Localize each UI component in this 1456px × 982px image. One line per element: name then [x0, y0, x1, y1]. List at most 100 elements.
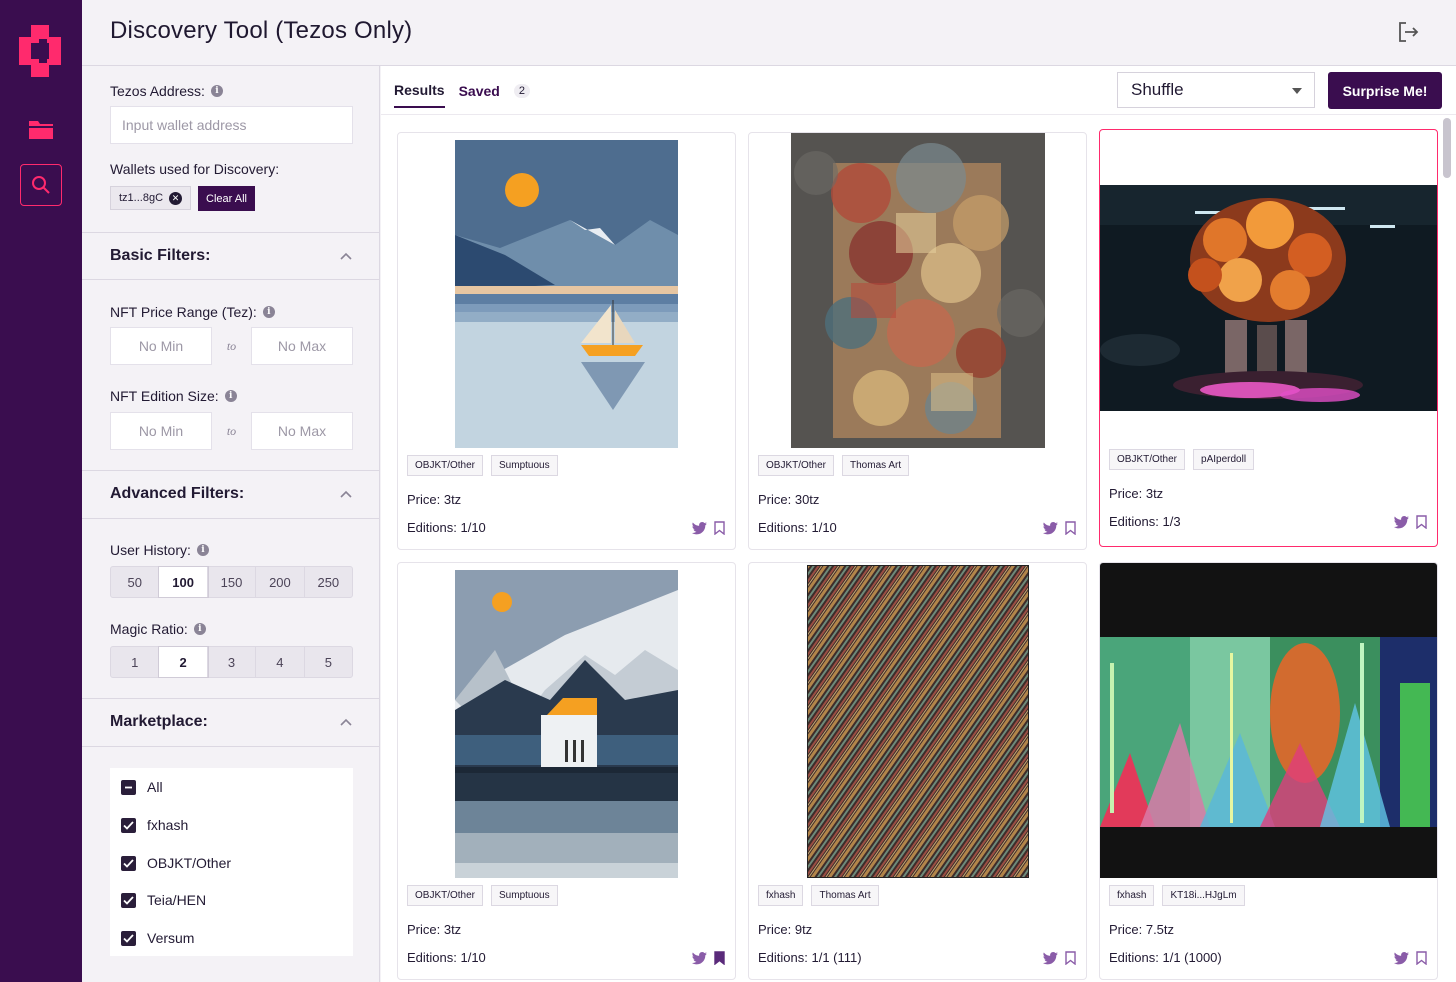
history-option[interactable]: 50 — [111, 567, 160, 597]
info-icon[interactable]: i — [262, 306, 275, 318]
chevron-up-icon[interactable] — [339, 249, 353, 263]
price-label: NFT Price Range (Tez): i — [110, 304, 275, 320]
logout-icon[interactable] — [1396, 20, 1420, 44]
marketplace-teia[interactable]: Teia/HEN — [121, 892, 206, 908]
nft-artwork[interactable] — [1100, 185, 1438, 411]
magic-option[interactable]: 5 — [305, 647, 352, 677]
info-icon[interactable]: i — [193, 623, 206, 635]
marketplace-all[interactable]: All — [121, 779, 163, 795]
chevron-up-icon[interactable] — [339, 715, 353, 729]
marketplace-versum[interactable]: Versum — [121, 930, 194, 946]
info-icon[interactable]: i — [224, 390, 237, 402]
address-label: Tezos Address: i — [110, 83, 223, 99]
folder-icon[interactable] — [20, 108, 62, 150]
magic-option[interactable]: 4 — [256, 647, 305, 677]
app-logo[interactable] — [19, 25, 61, 77]
nft-artwork[interactable] — [1100, 563, 1438, 878]
artist-tag[interactable]: pAIperdoll — [1193, 449, 1255, 470]
artist-tag[interactable]: Thomas Art — [842, 455, 910, 476]
artist-tag[interactable]: Thomas Art — [811, 885, 879, 906]
scrollbar[interactable] — [1443, 118, 1451, 178]
twitter-icon[interactable] — [692, 951, 707, 965]
twitter-icon[interactable] — [1394, 515, 1409, 529]
chevron-up-icon[interactable] — [339, 487, 353, 501]
bookmark-icon[interactable] — [1416, 515, 1427, 529]
basic-filters-title: Basic Filters: — [110, 247, 211, 264]
card-editions: Editions: 1/1 (111) — [758, 950, 862, 965]
marketplace-tag[interactable]: fxhash — [758, 885, 804, 906]
info-icon[interactable]: i — [196, 544, 209, 556]
bookmark-icon[interactable] — [714, 521, 725, 535]
nft-artwork[interactable] — [791, 133, 1045, 448]
edition-max-input[interactable]: No Max — [251, 412, 353, 450]
card-actions — [1394, 515, 1427, 529]
divider — [381, 114, 1456, 115]
checked-checkbox[interactable] — [121, 855, 136, 871]
bookmark-icon[interactable] — [1416, 951, 1427, 965]
twitter-icon[interactable] — [692, 521, 707, 535]
price-max-input[interactable]: No Max — [251, 327, 353, 365]
checked-checkbox[interactable] — [121, 817, 136, 833]
clear-all-button[interactable]: Clear All — [198, 186, 255, 211]
basic-filters-header[interactable]: Basic Filters: — [110, 247, 353, 265]
marketplace-header[interactable]: Marketplace: — [110, 713, 353, 731]
tab-saved[interactable]: Saved — [459, 83, 500, 107]
nft-card[interactable]: fxhash Thomas Art Price: 9tz Editions: 1… — [748, 562, 1087, 980]
checked-checkbox[interactable] — [121, 930, 136, 946]
marketplace-objkt[interactable]: OBJKT/Other — [121, 855, 231, 871]
twitter-icon[interactable] — [1043, 521, 1058, 535]
magic-segmented: 1 2 3 4 5 — [110, 646, 353, 678]
marketplace-tag[interactable]: OBJKT/Other — [407, 885, 484, 906]
search-icon[interactable] — [20, 164, 62, 206]
surprise-me-button[interactable]: Surprise Me! — [1328, 72, 1442, 109]
marketplace-tag[interactable]: OBJKT/Other — [407, 455, 484, 476]
history-option[interactable]: 250 — [305, 567, 352, 597]
nft-card[interactable]: OBJKT/Other Sumptuous Price: 3tz Edition… — [397, 562, 736, 980]
artist-tag[interactable]: Sumptuous — [491, 455, 558, 476]
info-icon[interactable]: i — [210, 85, 223, 97]
tab-results[interactable]: Results — [394, 82, 445, 108]
bookmark-filled-icon[interactable] — [714, 951, 725, 965]
marketplace-tag[interactable]: OBJKT/Other — [1109, 449, 1186, 470]
marketplace-fxhash[interactable]: fxhash — [121, 817, 188, 833]
advanced-filters-header[interactable]: Advanced Filters: — [110, 485, 353, 503]
magic-option-selected[interactable]: 2 — [159, 647, 208, 677]
price-min-input[interactable]: No Min — [110, 327, 212, 365]
nft-card[interactable]: OBJKT/Other Sumptuous Price: 3tz Edition… — [397, 132, 736, 550]
checked-checkbox[interactable] — [121, 892, 136, 908]
card-tags: OBJKT/Other pAIperdoll — [1109, 449, 1255, 470]
bookmark-icon[interactable] — [1065, 951, 1076, 965]
edition-min-input[interactable]: No Min — [110, 412, 212, 450]
nft-artwork[interactable] — [807, 565, 1029, 878]
card-tags: OBJKT/Other Thomas Art — [758, 455, 910, 476]
indeterminate-checkbox[interactable] — [121, 779, 136, 795]
history-option-selected[interactable]: 100 — [159, 567, 208, 597]
magic-option[interactable]: 3 — [208, 647, 257, 677]
magic-option[interactable]: 1 — [111, 647, 160, 677]
twitter-icon[interactable] — [1043, 951, 1058, 965]
results-area: Results Saved 2 Shuffle Surprise Me! OBJ… — [381, 66, 1456, 982]
nft-card[interactable]: fxhash KT18i...HJgLm Price: 7.5tz Editio… — [1099, 562, 1438, 980]
history-option[interactable]: 200 — [256, 567, 305, 597]
marketplace-label: OBJKT/Other — [147, 855, 232, 871]
artist-tag[interactable]: Sumptuous — [491, 885, 558, 906]
card-price: Price: 7.5tz — [1109, 922, 1175, 937]
artist-tag[interactable]: KT18i...HJgLm — [1162, 885, 1245, 906]
edition-label: NFT Edition Size: i — [110, 388, 237, 404]
divider — [82, 746, 379, 747]
divider — [82, 470, 379, 471]
nft-artwork[interactable] — [455, 140, 678, 448]
history-option[interactable]: 150 — [208, 567, 257, 597]
remove-wallet-icon[interactable]: ✕ — [169, 191, 183, 205]
wallet-address-input[interactable] — [110, 106, 353, 144]
sort-select[interactable]: Shuffle — [1117, 72, 1315, 108]
marketplace-tag[interactable]: fxhash — [1109, 885, 1155, 906]
marketplace-tag[interactable]: OBJKT/Other — [758, 455, 835, 476]
card-price: Price: 30tz — [758, 492, 820, 507]
nft-artwork[interactable] — [455, 570, 678, 878]
bookmark-icon[interactable] — [1065, 521, 1076, 535]
twitter-icon[interactable] — [1394, 951, 1409, 965]
nft-card[interactable]: OBJKT/Other Thomas Art Price: 30tz Editi… — [748, 132, 1087, 550]
nft-card-highlighted[interactable]: OBJKT/Other pAIperdoll Price: 3tz Editio… — [1099, 129, 1438, 547]
magic-label-text: Magic Ratio: — [110, 621, 188, 637]
